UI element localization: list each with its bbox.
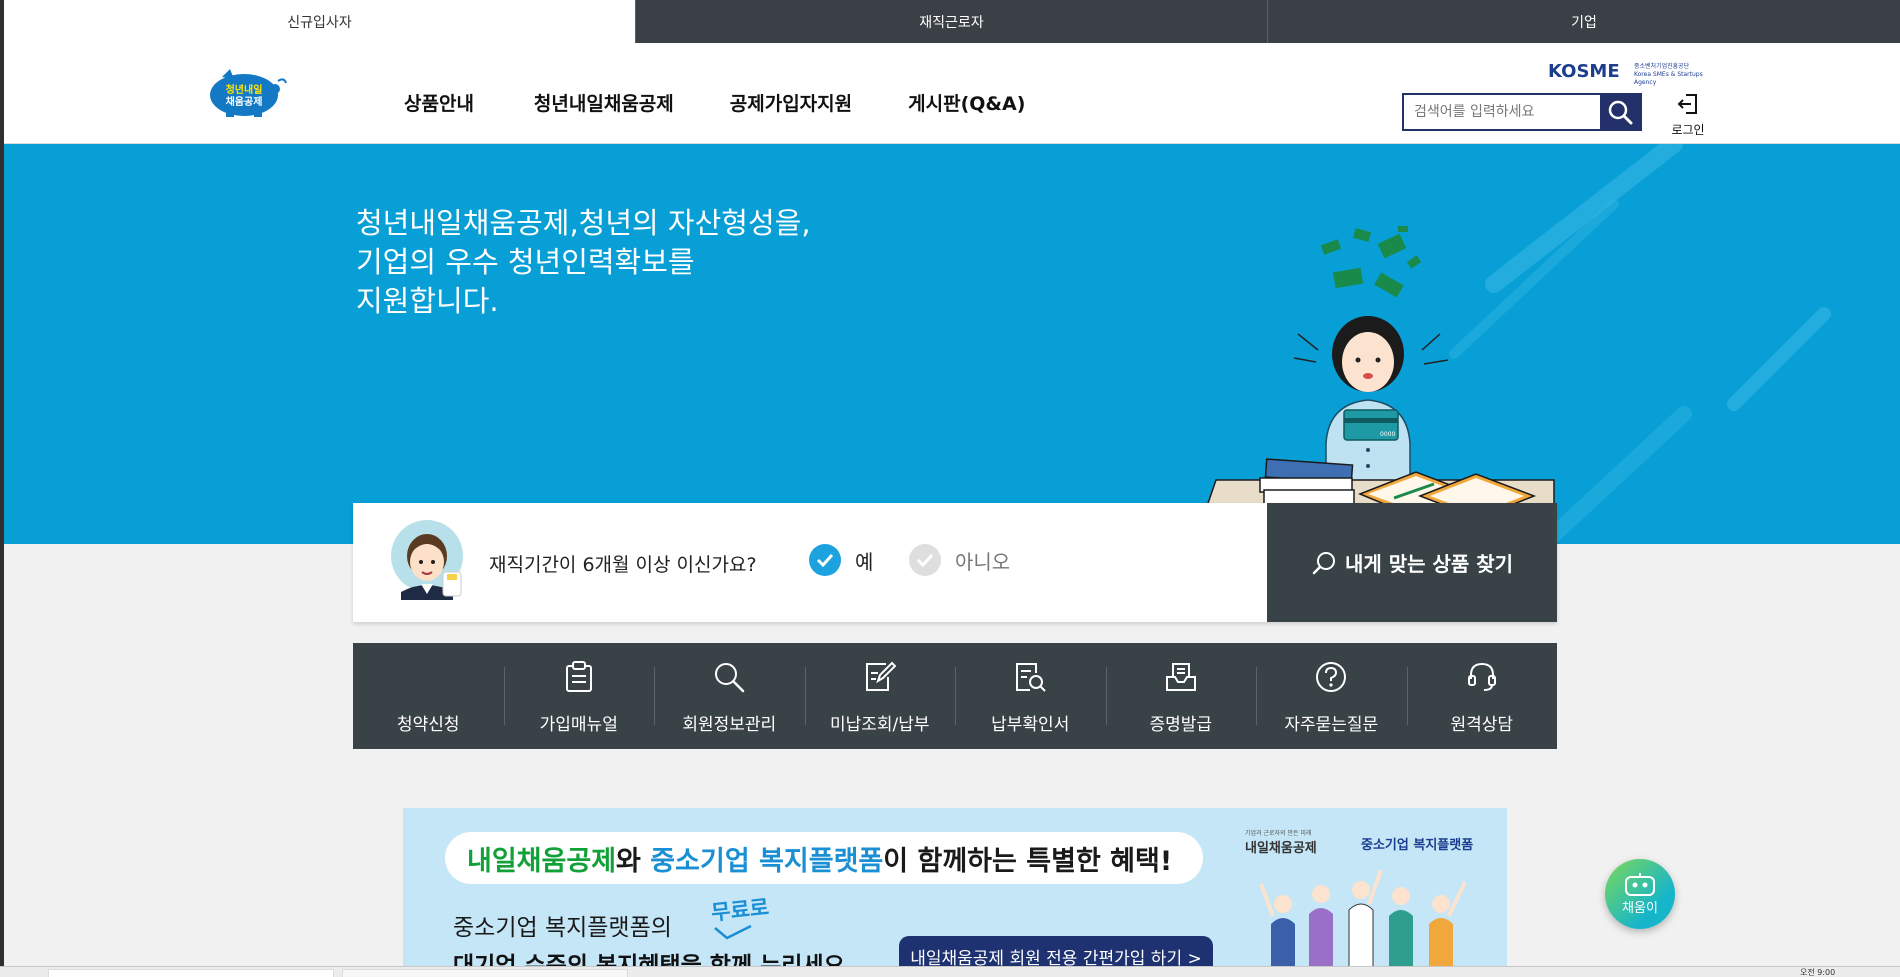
svg-text:청년내일: 청년내일 [226, 83, 263, 96]
kosme-subtitle: 중소벤처기업진흥공단 Korea SMEs & Startups Agency [1634, 63, 1714, 87]
cheering-people-illustration [1259, 869, 1467, 966]
search-box [1402, 93, 1642, 131]
quick-item-unpaid[interactable]: 미납조회/납부 [804, 643, 956, 749]
robot-icon [1625, 872, 1655, 896]
taskbar-window-1[interactable] [48, 969, 334, 977]
welfare-platform-banner[interactable]: 내일채움공제 와 중소기업 복지플랫폼 이 함께하는 특별한 혜택! 중소기업 … [403, 808, 1507, 966]
banner-title-part2: 와 [616, 845, 651, 877]
quick-item-subscription[interactable]: 청약신청 [353, 643, 504, 749]
quick-item-blank-icon [411, 660, 445, 694]
login-button[interactable]: 로그인 [1668, 93, 1708, 138]
chatbot-button[interactable]: 채움이 [1605, 859, 1675, 929]
kosme-sub-english: Korea SMEs & Startups Agency [1634, 71, 1703, 86]
banner-subtitle-1: 중소기업 복지플랫폼의 [453, 915, 672, 941]
main-nav: 상품안내 청년내일채움공제 공제가입자지원 게시판(Q&A) [404, 89, 1081, 116]
option-no[interactable]: 아니오 [909, 544, 1010, 576]
banner-title-part4: 이 함께하는 특별한 혜택! [883, 845, 1173, 877]
check-selected-icon [809, 544, 841, 576]
banner-brand-fund: 기업과 근로자의 만든 미래 내일채움공제 [1245, 828, 1317, 856]
site-logo[interactable]: 청년내일 채움공제 [204, 67, 288, 117]
check-unselected-icon [909, 544, 941, 576]
quick-item-join-manual[interactable]: 가입매뉴얼 [503, 643, 655, 749]
simple-join-button[interactable]: 내일채움공제 회원 전용 간편가입 하기 > [899, 936, 1213, 966]
tab-new-employee[interactable]: 신규입사자 [4, 0, 636, 43]
clipboard-icon [562, 660, 596, 694]
quick-item-remote-consult[interactable]: 원격상담 [1406, 643, 1558, 749]
search-icon [712, 660, 746, 694]
quick-item-label: 원격상담 [1450, 715, 1514, 735]
banner-title-part1: 내일채움공제 [467, 845, 617, 877]
quick-item-member-info[interactable]: 회원정보관리 [654, 643, 805, 749]
tenure-question-text: 재직기간이 6개월 이상 이신가요? [489, 554, 757, 576]
kosme-sub-korean: 중소벤처기업진흥공단 [1634, 63, 1690, 70]
taskbar-clock: 오전 9:00 [1800, 968, 1836, 977]
tab-company[interactable]: 기업 [1268, 0, 1900, 43]
banner-free-label: 무료로 [710, 895, 771, 925]
quick-item-label: 증명발급 [1149, 715, 1213, 735]
headset-icon [1465, 660, 1499, 694]
piggy-bank-logo-icon: 청년내일 채움공제 [210, 69, 287, 117]
quick-menu: 청약신청 가입매뉴얼 회원정보관리 미납조회/납부 납부확인서 증명발급 자주묻… [353, 643, 1557, 749]
search-button[interactable] [1600, 95, 1640, 129]
search-input[interactable] [1404, 95, 1600, 129]
advisor-avatar [391, 520, 463, 600]
nav-member-support[interactable]: 공제가입자지원 [730, 89, 852, 116]
login-label: 로그인 [1671, 123, 1705, 137]
banner-brand-fund-tag: 기업과 근로자의 만든 미래 [1245, 830, 1312, 837]
hero-line-1: 청년내일채움공제,청년의 자산형성을, [356, 206, 811, 240]
find-my-product-label: 내게 맞는 상품 찾기 [1344, 552, 1514, 576]
taskbar-window-2[interactable] [342, 969, 628, 977]
svg-text:채움공제: 채움공제 [226, 95, 263, 108]
search-icon [1312, 551, 1335, 574]
kosme-logo[interactable]: KOSME 중소벤처기업진흥공단 Korea SMEs & Startups A… [1548, 61, 1708, 86]
login-icon [1677, 94, 1697, 114]
tab-current-worker[interactable]: 재직근로자 [636, 0, 1268, 43]
inbox-document-icon [1164, 660, 1198, 694]
find-my-product-button[interactable]: 내게 맞는 상품 찾기 [1267, 503, 1557, 622]
quick-item-label: 가입매뉴얼 [539, 715, 618, 735]
option-yes-label: 예 [855, 549, 874, 574]
site-header: 청년내일 채움공제 상품안내 청년내일채움공제 공제가입자지원 게시판(Q&A)… [4, 43, 1900, 144]
page: 신규입사자 재직근로자 기업 청년내일 채움공제 상품안내 청년내일채움공제 공… [4, 0, 1900, 966]
hero-banner: 청년내일채움공제,청년의 자산형성을, 기업의 우수 청년인력확보를 지원합니다… [4, 144, 1900, 544]
option-no-label: 아니오 [955, 549, 1011, 574]
option-yes[interactable]: 예 [809, 544, 873, 576]
nav-youth-fund[interactable]: 청년내일채움공제 [534, 89, 674, 116]
banner-brand-fund-label: 내일채움공제 [1245, 841, 1317, 856]
hero-headline: 청년내일채움공제,청년의 자산형성을, 기업의 우수 청년인력확보를 지원합니다… [356, 204, 811, 321]
search-icon [1608, 100, 1633, 125]
banner-title-part3: 중소기업 복지플랫폼 [650, 845, 884, 877]
quick-item-label: 회원정보관리 [682, 715, 777, 735]
tenure-question-bar: 재직기간이 6개월 이상 이신가요? 예 아니오 내게 맞는 상품 찾기 [353, 503, 1557, 622]
hero-woman-illustration: 0000 [1194, 226, 1555, 544]
quick-item-payment-cert[interactable]: 납부확인서 [955, 643, 1106, 749]
banner-subtitle-2: 대기업 수준의 복지혜택을 함께 누리세요 [453, 953, 845, 966]
svg-text:0000: 0000 [1380, 431, 1395, 438]
quick-item-label: 납부확인서 [991, 715, 1070, 735]
quick-item-faq[interactable]: 자주묻는질문 [1256, 643, 1407, 749]
hero-line-2: 기업의 우수 청년인력확보를 [356, 245, 695, 279]
quick-item-label: 청약신청 [396, 715, 460, 735]
banner-title: 내일채움공제 와 중소기업 복지플랫폼 이 함께하는 특별한 혜택! [445, 832, 1203, 884]
chatbot-label: 채움이 [1622, 900, 1658, 916]
banner-brand-platform: 중소기업 복지플랫폼 [1361, 838, 1474, 853]
nav-product-info[interactable]: 상품안내 [404, 89, 474, 116]
audience-tabbar: 신규입사자 재직근로자 기업 [4, 0, 1900, 43]
quick-item-label: 미납조회/납부 [829, 715, 930, 735]
quick-item-label: 자주묻는질문 [1284, 715, 1379, 735]
hero-line-3: 지원합니다. [356, 284, 499, 318]
edit-document-icon [863, 660, 897, 694]
check-swoosh-icon [714, 924, 752, 940]
document-search-icon [1013, 660, 1047, 694]
nav-board[interactable]: 게시판(Q&A) [908, 89, 1025, 116]
kosme-wordmark: KOSME [1548, 61, 1620, 82]
quick-item-certificate[interactable]: 증명발급 [1105, 643, 1257, 749]
os-taskbar: 오전 9:00 [0, 966, 1900, 977]
question-circle-icon [1314, 660, 1348, 694]
